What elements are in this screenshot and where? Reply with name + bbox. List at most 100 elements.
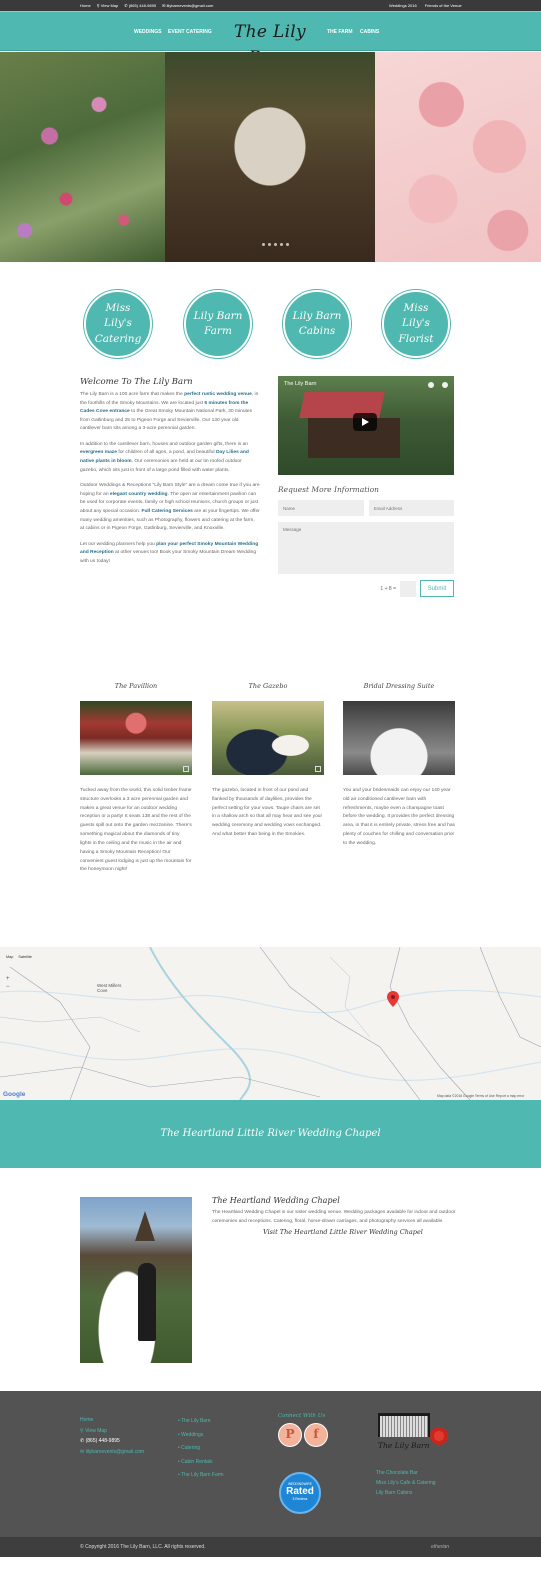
text-span: for children of all ages, a pond, and be… (116, 450, 216, 456)
footer-phone-label: (865) 448-9895 (85, 1438, 120, 1444)
top-email[interactable]: ✉ lilybarnevents@gmail.com (162, 3, 213, 8)
form-title: Request More Information (278, 485, 380, 494)
watch-later-icon[interactable] (428, 382, 434, 388)
top-bar-right: Weddings 2016 Friends of the Venue (389, 3, 462, 8)
top-view-map-link[interactable]: ⚲ View Map (97, 3, 119, 8)
map-marker-icon[interactable] (387, 991, 399, 1007)
chapel-text: The Heartland Wedding Chapel is our sist… (212, 1210, 456, 1225)
highlight-link[interactable]: elegant country wedding (110, 492, 168, 497)
chapel-image (80, 1197, 192, 1363)
pinterest-icon[interactable]: P (278, 1423, 302, 1447)
circle-line: Catering (94, 332, 142, 345)
circle-cabins[interactable]: Lily Barn Cabins (283, 290, 351, 358)
chapel-visit-link[interactable]: Visit The Heartland Little River Wedding… (263, 1228, 457, 1236)
expand-icon[interactable] (315, 766, 321, 772)
copyright-text: © Copyright 2016 The Lily Barn, LLC. All… (80, 1544, 206, 1550)
top-friends-link[interactable]: Friends of the Venue (425, 3, 462, 8)
footer-contact: Home ⚲ View Map ✆ (865) 448-9895 ✉ lilyb… (80, 1415, 144, 1457)
submit-button[interactable]: Submit (420, 580, 454, 597)
feature-pavillion: The Pavillion Tucked away from the world… (80, 682, 192, 875)
hero-slider[interactable] (0, 52, 541, 262)
site-logo[interactable]: The Lily Barn (220, 19, 320, 68)
footer-logo-name: The Lily Barn (378, 1441, 430, 1450)
partner-link[interactable]: Lily Barn Cabins (376, 1488, 436, 1498)
text-span: In addition to the cantilever barn, hous… (80, 441, 249, 447)
partner-link[interactable]: Miss Lily's Cafe & Catering (376, 1478, 436, 1488)
feature-bridal-suite: Bridal Dressing Suite You and your bride… (343, 682, 455, 849)
badge-rated: Rated (286, 1486, 314, 1497)
highlight-link[interactable]: Full Catering Services (141, 509, 192, 514)
circle-florist[interactable]: Miss Lily's Florist (382, 290, 450, 358)
gazebo-image[interactable] (212, 701, 324, 775)
footer-link[interactable]: Catering (178, 1445, 200, 1451)
zoom-in-button[interactable]: + (6, 976, 10, 982)
feature-text: The gazebo, located in front of our pond… (212, 788, 323, 838)
zoom-out-button[interactable]: − (6, 984, 10, 990)
footer-phone[interactable]: ✆ (865) 448-9895 (80, 1436, 144, 1447)
footer-home-link[interactable]: Home (80, 1415, 144, 1426)
footer-link[interactable]: Weddings (178, 1432, 203, 1438)
circle-catering[interactable]: Miss Lily's Catering (84, 290, 152, 358)
location-map[interactable]: Map Satellite + − West Millers Cove Googl… (0, 947, 541, 1100)
feature-text: You and your bridesmaids can enjoy our 1… (343, 788, 455, 846)
badge-reviews: 5 Reviews (292, 1497, 308, 1501)
circle-line: Florist (398, 332, 434, 345)
play-icon[interactable] (353, 413, 377, 431)
nav-cabins[interactable]: CABINS (360, 29, 379, 35)
captcha-field[interactable] (400, 580, 416, 597)
bridal-suite-image[interactable] (343, 701, 455, 775)
footer-logo[interactable]: The Lily Barn (376, 1411, 452, 1459)
circle-label: Lily Barn Farm (194, 309, 243, 339)
hero-roses-image (375, 52, 541, 262)
footer-link[interactable]: Cabin Rentals (178, 1459, 213, 1465)
text-span: Let our wedding planners help you (80, 541, 157, 547)
footer-email[interactable]: ✉ lilybarnevents@gmail.com (80, 1447, 144, 1458)
top-view-map-label: View Map (100, 3, 119, 8)
highlight-link[interactable]: perfect rustic wedding venue (184, 392, 252, 397)
slider-dot[interactable] (286, 243, 289, 246)
text-span: The Lily Barn is a 100 acre farm that ma… (80, 392, 185, 397)
slider-dot[interactable] (274, 243, 277, 246)
message-field[interactable] (278, 522, 454, 574)
slider-dots[interactable] (262, 243, 289, 246)
partner-link[interactable]: The Chocolate Bar (376, 1468, 436, 1478)
welcome-title: Welcome To The Lily Barn (80, 377, 193, 387)
chapel-title: The Heartland Wedding Chapel (212, 1196, 340, 1205)
slider-dot[interactable] (280, 243, 283, 246)
highlight-link[interactable]: evergreen maze (80, 450, 117, 455)
email-field[interactable] (368, 500, 454, 516)
weddingwire-badge[interactable]: WEDDINGWIRE Rated 5 Reviews (279, 1472, 321, 1514)
map-tab[interactable]: Map (6, 955, 13, 959)
expand-icon[interactable] (183, 766, 189, 772)
video-title[interactable]: The Lily Barn (284, 381, 316, 387)
nav-weddings[interactable]: WEDDINGS (134, 29, 162, 35)
circle-farm[interactable]: Lily Barn Farm (184, 290, 252, 358)
circle-line: Miss Lily's (402, 302, 430, 330)
footer-view-map-link[interactable]: ⚲ View Map (80, 1426, 144, 1437)
top-home-link[interactable]: Home (80, 3, 91, 8)
slider-dot[interactable] (262, 243, 265, 246)
slider-dot[interactable] (268, 243, 271, 246)
facebook-icon[interactable]: f (304, 1423, 328, 1447)
name-field[interactable] (278, 500, 364, 516)
phone-icon: ✆ (124, 3, 128, 8)
satellite-tab[interactable]: Satellite (18, 955, 32, 959)
designer-credit[interactable]: etherian (431, 1544, 449, 1550)
chapel-section: The Heartland Wedding Chapel The Heartla… (212, 1196, 457, 1236)
feature-text: Tucked away from the world, this solid t… (80, 788, 192, 873)
circle-label: Miss Lily's Catering (92, 301, 144, 347)
footer-link[interactable]: The Lily Barn Farm (178, 1472, 224, 1478)
pavillion-image[interactable] (80, 701, 192, 775)
top-email-label: lilybarnevents@gmail.com (166, 3, 214, 8)
top-phone[interactable]: ✆ (865) 448-9895 (124, 3, 156, 8)
video-embed[interactable]: The Lily Barn (278, 376, 454, 475)
footer-link[interactable]: The Lily Barn (178, 1418, 211, 1424)
map-credits[interactable]: Map data ©2016 Google Terms of Use Repor… (437, 1094, 524, 1098)
share-icon[interactable] (442, 382, 448, 388)
nav-event-catering[interactable]: EVENT CATERING (168, 29, 212, 35)
top-weddings-2016-link[interactable]: Weddings 2016 (389, 3, 417, 8)
nav-the-farm[interactable]: THE FARM (327, 29, 353, 35)
contact-form: Request More Information 1 + 8 = Submit (278, 485, 454, 597)
connect-heading: Connect With Us (278, 1413, 326, 1419)
top-bar: Home ⚲ View Map ✆ (865) 448-9895 ✉ lilyb… (0, 0, 541, 11)
